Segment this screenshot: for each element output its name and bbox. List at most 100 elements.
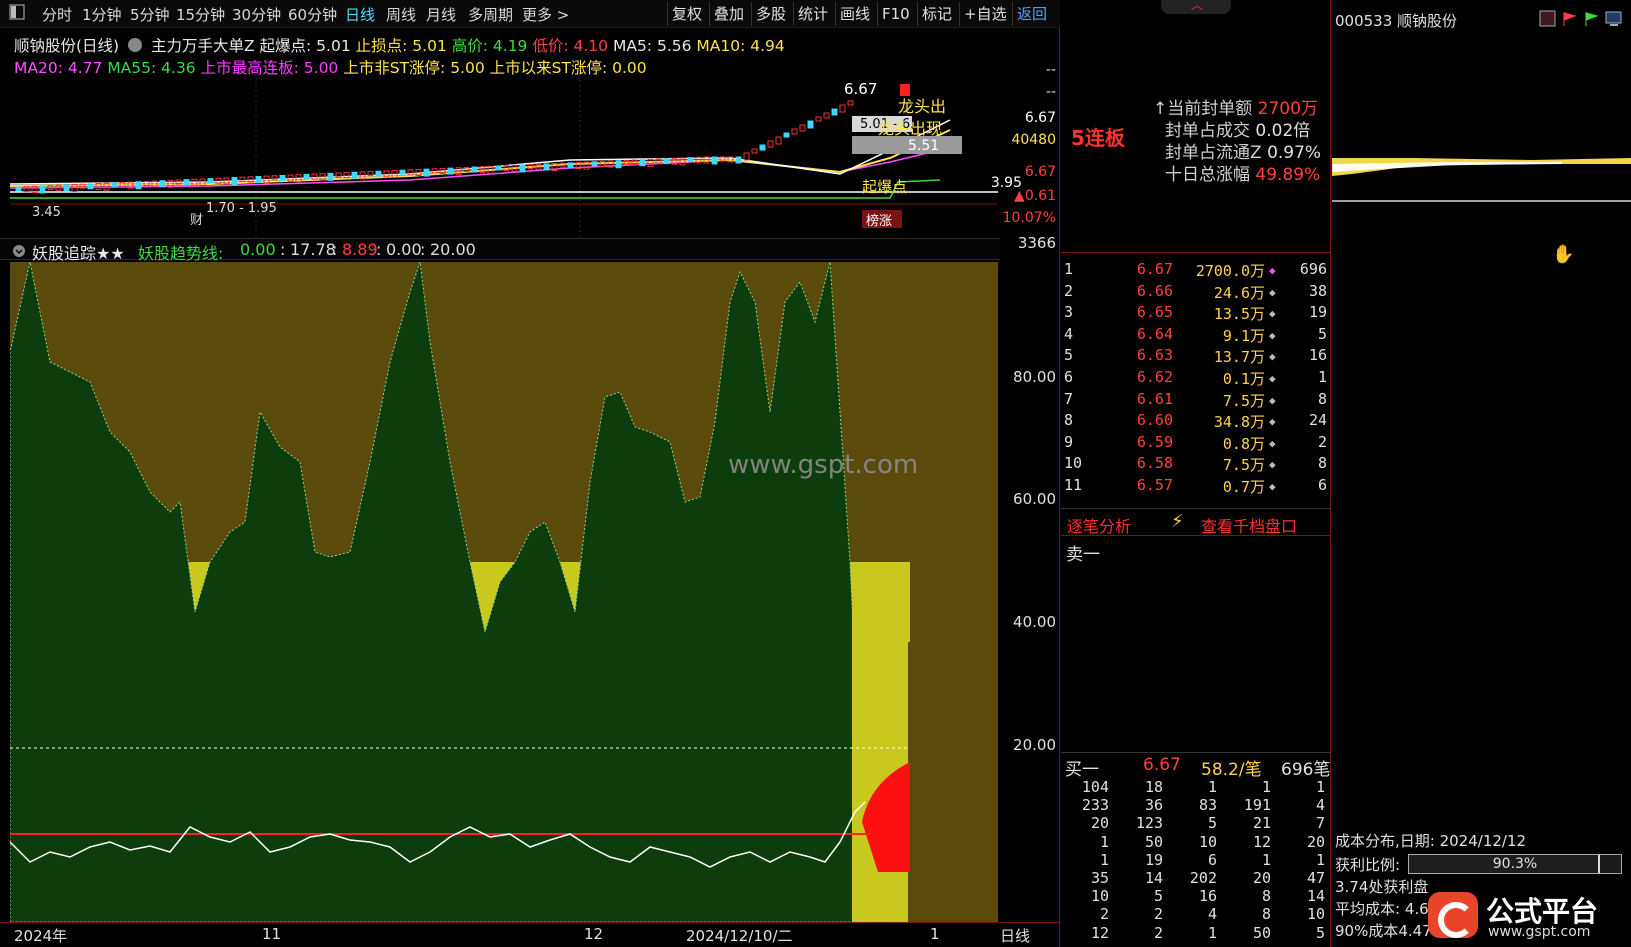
- orderbook-row[interactable]: 5 6.63 13.7万 ◆ 16: [1061, 344, 1331, 366]
- period-toolbar: 分时 1分钟 5分钟 15分钟 30分钟 60分钟 日线 周线 月线 多周期 更…: [0, 0, 1060, 28]
- collapse-icon[interactable]: [128, 38, 143, 52]
- orderbook-row[interactable]: 8 6.60 34.8万 ◆ 24: [1061, 409, 1331, 431]
- kline-candle: [215, 177, 222, 184]
- tab-tick-analysis[interactable]: 逐笔分析: [1067, 513, 1131, 537]
- tool-fuquan-button[interactable]: 复权: [667, 2, 706, 26]
- window-icon[interactable]: [1539, 10, 1557, 32]
- tick-cell: 1: [1207, 923, 1217, 942]
- tick-cell: 36: [1144, 796, 1163, 815]
- tick-cell: 10: [1306, 905, 1325, 924]
- kline-candle: [567, 162, 574, 169]
- flag-red-icon[interactable]: [1561, 10, 1579, 32]
- gspt-logo: 公式平台 www.gspt.com: [1428, 888, 1628, 944]
- sub-indicator-header: 妖股追踪★★ 妖股趋势线: 0.00 : 17.78 : 8.89 : 0.00…: [0, 238, 1000, 263]
- kline-candle: [159, 180, 166, 188]
- period-tab-5min[interactable]: 5分钟: [130, 4, 170, 25]
- tool-back-button[interactable]: 返回: [1012, 2, 1051, 26]
- ind1-stoploss: 止损点: 5.01: [355, 37, 447, 55]
- ind2-st-limit: 上市以来ST涨停: 0.00: [489, 59, 647, 77]
- panel-collapse-handle[interactable]: ︿: [1161, 0, 1231, 14]
- orderbook-row[interactable]: 3 6.65 13.5万 ◆ 19: [1061, 301, 1331, 323]
- tool-multi-stock-button[interactable]: 多股: [751, 2, 790, 26]
- tool-overlay-button[interactable]: 叠加: [709, 2, 748, 26]
- sub-title[interactable]: 妖股追踪★★: [32, 240, 125, 264]
- period-tab-15min[interactable]: 15分钟: [176, 4, 225, 25]
- orderbook-level: 5: [1064, 346, 1074, 365]
- ma-box-label: 5.51: [908, 138, 939, 154]
- time-axis: 2024年 11 12 2024/12/10/二 1 日线: [0, 922, 1060, 947]
- xaxis-period[interactable]: 日线: [1000, 925, 1030, 946]
- tick-cell: 20: [1306, 832, 1325, 851]
- orderbook-row[interactable]: 11 6.57 0.7万 ◆ 6: [1061, 474, 1331, 496]
- period-tab-multi[interactable]: 多周期: [468, 4, 513, 25]
- tick-row: 1 50 10 12 20: [1061, 833, 1331, 852]
- period-tab-60min[interactable]: 60分钟: [288, 4, 337, 25]
- tool-draw-button[interactable]: 画线: [835, 2, 874, 26]
- kline-candle: [135, 181, 142, 190]
- tick-cell: 8: [1261, 887, 1271, 906]
- orderbook-row[interactable]: 9 6.59 0.8万 ◆ 2: [1061, 431, 1331, 453]
- tick-cell: 10: [1198, 832, 1217, 851]
- orderbook-count: 19: [1308, 303, 1327, 322]
- ind2-nonst-limit: 上市非ST涨停: 5.00: [343, 59, 485, 77]
- orderbook-count: 5: [1317, 324, 1327, 343]
- period-tab-fenshi[interactable]: 分时: [42, 4, 72, 25]
- kline-chart[interactable]: 5.01 - 6.01 5.51 6.67 龙头出 龙头出现 起爆点 3.45 …: [10, 80, 998, 238]
- period-tab-weekly[interactable]: 周线: [386, 4, 416, 25]
- tick-cell: 5: [1315, 923, 1325, 942]
- tick-cell: 10: [1090, 887, 1109, 906]
- orderbook-row[interactable]: 6 6.62 0.1万 ◆ 1: [1061, 366, 1331, 388]
- period-tab-monthly[interactable]: 月线: [426, 4, 456, 25]
- kline-candle: [839, 104, 846, 113]
- seal-label: 十日总涨幅: [1165, 165, 1250, 185]
- flag-green-icon[interactable]: [1583, 10, 1601, 32]
- tool-mark-button[interactable]: 标记: [917, 2, 956, 26]
- tool-f10-button[interactable]: F10: [877, 2, 914, 26]
- tick-cell: 1: [1315, 850, 1325, 869]
- monitor-icon[interactable]: [1605, 10, 1623, 32]
- orderbook-price: 6.67: [1136, 260, 1173, 278]
- xaxis-label-year: 2024年: [14, 927, 68, 945]
- orderbook-row[interactable]: 10 6.58 7.5万 ◆ 8: [1061, 452, 1331, 474]
- sell1-label: 卖一: [1066, 545, 1100, 565]
- period-tab-daily[interactable]: 日线: [345, 4, 375, 25]
- sub-v3: 8.89: [342, 240, 378, 259]
- orderbook-price: 6.57: [1136, 476, 1173, 494]
- buy1-row: 买一 6.67 58.2/笔 696笔: [1061, 752, 1331, 780]
- period-tab-more[interactable]: 更多 >: [522, 4, 569, 25]
- diamond-icon: ◆: [1269, 458, 1276, 472]
- tool-add-watchlist-button[interactable]: +自选: [959, 2, 1011, 26]
- range-note-label: 1.70 - 1.95: [206, 201, 277, 216]
- orderbook-row[interactable]: 2 6.66 24.6万 ◆ 38: [1061, 280, 1331, 302]
- yaogu-indicator-chart[interactable]: [10, 262, 998, 922]
- orderbook-row[interactable]: 7 6.61 7.5万 ◆ 8: [1061, 388, 1331, 410]
- mid-tabs: 逐笔分析 ⚡ 查看千档盘口: [1061, 508, 1331, 536]
- period-tab-1min[interactable]: 1分钟: [82, 4, 122, 25]
- period-tab-30min[interactable]: 30分钟: [232, 4, 281, 25]
- orderbook-amount: 2700.0万: [1195, 262, 1265, 280]
- orderbook-level: 1: [1064, 260, 1074, 278]
- gspt-logo-icon: [1428, 892, 1478, 938]
- tick-cell: 14: [1306, 887, 1325, 906]
- orderbook-price: 6.61: [1136, 389, 1173, 408]
- kline-candle: [495, 165, 502, 171]
- tick-cell: 20: [1252, 869, 1271, 887]
- limit-up-candle: [900, 84, 910, 96]
- orderbook-price: 6.65: [1136, 303, 1173, 322]
- kline-candle: [791, 128, 798, 135]
- indicator-line-1: 顺钠股份(日线) 主力万手大单Z 起爆点: 5.01 止损点: 5.01 高价:…: [14, 34, 785, 56]
- tool-stats-button[interactable]: 统计: [793, 2, 832, 26]
- tick-cell: 104: [1081, 778, 1109, 796]
- tab-depth-view[interactable]: 查看千档盘口: [1201, 513, 1297, 537]
- orderbook-amount: 13.7万: [1213, 348, 1265, 367]
- panel-toggle-icon[interactable]: [8, 3, 26, 25]
- orderbook-amount: 0.7万: [1222, 478, 1265, 496]
- orderbook-row[interactable]: 4 6.64 9.1万 ◆ 5: [1061, 323, 1331, 345]
- profit-ratio-bar: 90.3%: [1408, 854, 1622, 874]
- seal-value: 49.89%: [1255, 165, 1321, 185]
- tick-cell: 6: [1207, 850, 1217, 869]
- indicator-line-2: MA20: 4.77 MA55: 4.36 上市最高连板: 5.00 上市非ST…: [14, 56, 647, 78]
- orderbook-amount: 0.1万: [1222, 370, 1265, 388]
- sub-collapse-icon[interactable]: [12, 243, 26, 262]
- orderbook-row[interactable]: 1 6.67 2700.0万 ◆ 696: [1061, 258, 1331, 280]
